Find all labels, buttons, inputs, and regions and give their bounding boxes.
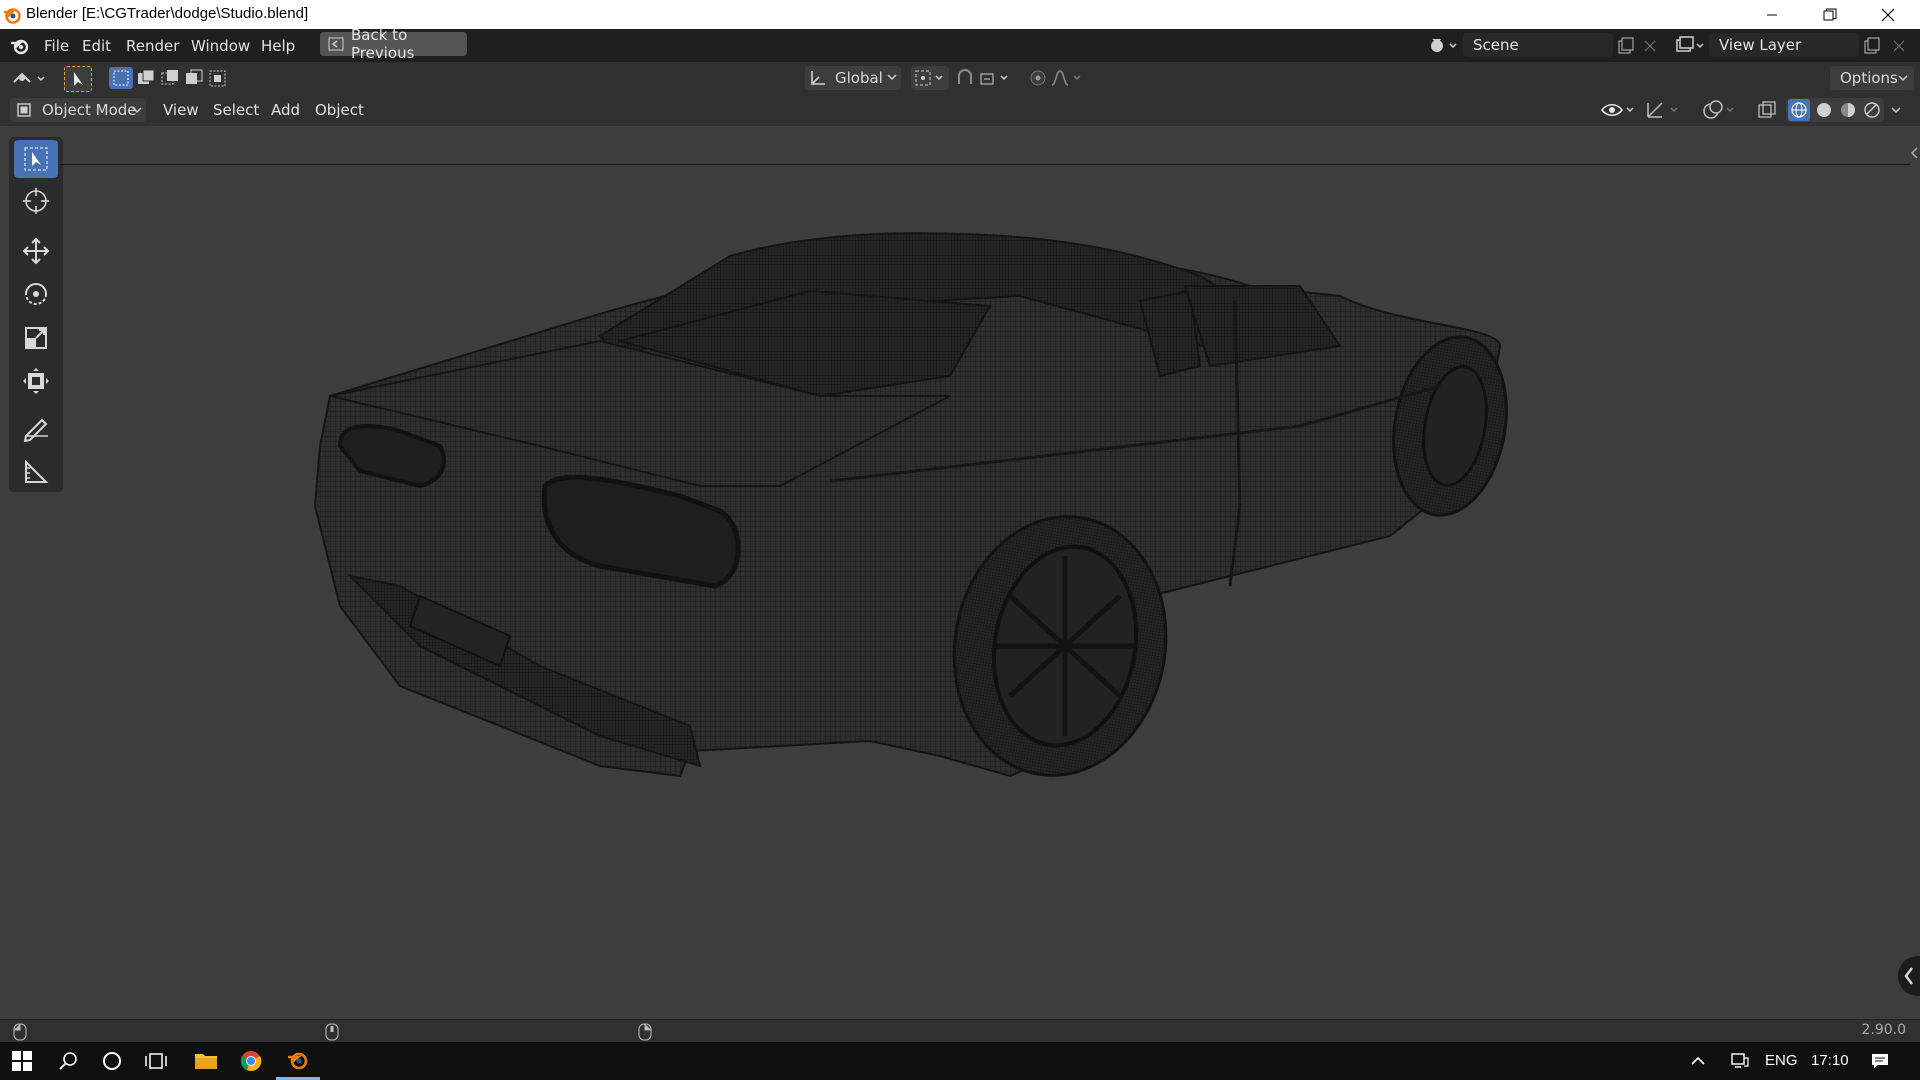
pivot-point-dropdown[interactable] [911,66,949,90]
menu-view[interactable]: View [163,101,199,119]
viewport-region-divider [60,164,1910,165]
close-button[interactable] [1859,0,1917,29]
solid-shading-button[interactable] [1813,99,1835,121]
network-icon[interactable] [1717,1042,1761,1080]
scene-browse-icon[interactable] [1428,35,1460,55]
mode-new-selection-button[interactable] [109,67,133,89]
viewport-header: Object Mode View Select Add Object [0,94,1920,126]
navigation-toggle-button[interactable] [1898,956,1920,996]
minimize-button[interactable] [1743,0,1801,29]
cortana-icon[interactable] [90,1042,134,1080]
menu-edit[interactable]: Edit [82,35,111,57]
windows-taskbar: ENG 17:10 [0,1042,1920,1080]
transform-tool[interactable] [14,362,58,400]
tool-shelf [9,137,63,492]
chevron-down-icon [1898,73,1908,83]
system-clock[interactable]: 17:10 [1811,1052,1849,1069]
view-layer-browse-icon[interactable] [1675,35,1707,55]
select-box-tool[interactable] [14,140,58,178]
blender-menu-icon[interactable] [10,36,30,56]
blender-taskbar-icon[interactable] [276,1042,320,1080]
proportional-editing-controls[interactable] [1026,66,1088,90]
menu-render[interactable]: Render [126,35,179,57]
shading-options-chevron-icon[interactable] [1890,105,1902,115]
menu-file[interactable]: File [44,35,69,57]
object-mode-icon [16,102,32,118]
editor-type-icon[interactable] [12,68,48,88]
options-label: Options [1840,69,1898,87]
scene-name-field[interactable]: Scene [1463,33,1613,57]
measure-tool[interactable] [14,453,58,491]
rendered-shading-button[interactable] [1861,99,1883,121]
blender-logo-icon [3,6,21,24]
sidebar-toggle-icon[interactable] [1909,146,1919,160]
mouse-left-icon [13,1023,27,1041]
snapping-controls[interactable] [955,66,1017,90]
wireframe-shading-button[interactable] [1788,99,1810,121]
material-preview-shading-button[interactable] [1837,99,1859,121]
transform-orientation-label: Global [835,69,883,87]
menu-add[interactable]: Add [271,101,300,119]
move-tool[interactable] [14,232,58,270]
mode-invert-selection-button[interactable] [182,67,206,89]
windows-start-icon[interactable] [0,1042,44,1080]
version-label: 2.90.0 [1861,1022,1906,1038]
car-wireframe-model[interactable] [0,126,1920,1019]
menu-select[interactable]: Select [213,101,259,119]
scale-tool[interactable] [14,319,58,357]
back-to-previous-label: Back to Previous [351,26,415,62]
input-language-indicator[interactable]: ENG [1765,1052,1798,1069]
mouse-middle-icon [325,1023,339,1041]
chevron-down-icon [887,72,897,82]
mode-extend-selection-button[interactable] [134,67,158,89]
new-view-layer-icon[interactable] [1863,37,1881,55]
xray-toggle-icon[interactable] [1756,99,1778,121]
file-explorer-icon[interactable] [184,1042,228,1080]
annotate-tool[interactable] [14,409,58,447]
notifications-icon[interactable] [1858,1042,1902,1080]
3d-viewport[interactable] [0,126,1920,1019]
menu-window[interactable]: Window [191,35,250,57]
menu-help[interactable]: Help [261,35,295,57]
status-bar: 2.90.0 [0,1019,1920,1043]
rotate-tool[interactable] [14,275,58,313]
new-scene-icon[interactable] [1617,37,1635,55]
window-titlebar: Blender [E:\CGTrader\dodge\Studio.blend] [0,0,1920,29]
object-mode-label: Object Mode [42,101,137,119]
transform-orientation-dropdown[interactable]: Global [805,66,901,90]
chevron-down-icon [132,105,142,115]
mode-subtract-selection-button[interactable] [158,67,182,89]
menu-object[interactable]: Object [315,101,364,119]
top-menubar: File Edit Render Window Help Back to Pre… [0,26,1920,62]
view-layer-name-field[interactable]: View Layer [1709,33,1859,57]
mouse-right-icon [638,1023,652,1041]
back-icon [328,37,344,51]
window-title: Blender [E:\CGTrader\dodge\Studio.blend] [26,5,309,22]
overlays-toggle-icon[interactable] [1701,99,1741,121]
cursor-tool[interactable] [14,182,58,220]
remove-scene-icon[interactable] [1644,40,1656,52]
chrome-icon[interactable] [229,1042,273,1080]
remove-view-layer-icon[interactable] [1893,40,1905,52]
back-to-previous-button[interactable]: Back to Previous [320,26,467,62]
options-dropdown[interactable]: Options [1830,66,1914,90]
restore-button[interactable] [1801,0,1859,29]
search-icon[interactable] [46,1042,90,1080]
mode-intersect-selection-button[interactable] [206,67,230,89]
orientation-icon [809,69,827,87]
object-mode-dropdown[interactable]: Object Mode [10,98,146,122]
gizmo-toggle-icon[interactable] [1645,99,1685,121]
object-visibility-icon[interactable] [1600,99,1636,121]
active-tool-icon[interactable] [64,66,92,92]
tray-overflow-chevron-icon[interactable] [1676,1042,1720,1080]
tool-settings-header: Global Options [0,62,1920,95]
task-view-icon[interactable] [134,1042,178,1080]
